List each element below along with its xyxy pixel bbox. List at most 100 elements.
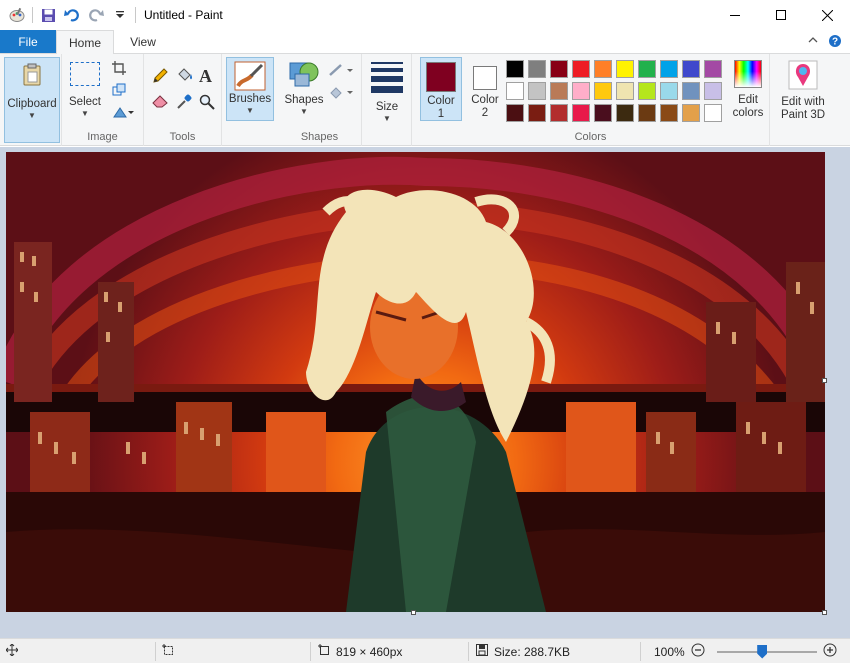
- palette-swatch[interactable]: [572, 60, 590, 78]
- palette-swatch[interactable]: [572, 82, 590, 100]
- palette-swatch[interactable]: [550, 104, 568, 122]
- palette-swatch[interactable]: [704, 104, 722, 122]
- close-button[interactable]: [804, 0, 850, 30]
- brushes-label: Brushes: [228, 93, 272, 105]
- clipboard-label: Clipboard: [7, 98, 57, 110]
- palette-swatch[interactable]: [528, 82, 546, 100]
- palette-swatch[interactable]: [506, 104, 524, 122]
- save-icon[interactable]: [39, 6, 57, 24]
- image-group: Select ▼ Image: [62, 54, 144, 146]
- collapse-ribbon-icon[interactable]: [808, 34, 818, 51]
- palette-swatch[interactable]: [594, 60, 612, 78]
- palette-swatch[interactable]: [572, 104, 590, 122]
- magnifier-icon[interactable]: [199, 94, 215, 113]
- canvas-workspace[interactable]: [0, 147, 850, 638]
- image-group-label: Image: [87, 131, 118, 143]
- minimize-button[interactable]: [712, 0, 758, 30]
- paint-app-icon[interactable]: [8, 6, 26, 24]
- palette-swatch[interactable]: [550, 60, 568, 78]
- rotate-icon[interactable]: [112, 105, 134, 122]
- paint3d-label-2: Paint 3D: [780, 109, 826, 121]
- brush-icon: [234, 61, 266, 91]
- color2-button[interactable]: Color 2: [464, 57, 506, 121]
- status-divider: [640, 642, 641, 661]
- palette-swatch[interactable]: [660, 104, 678, 122]
- drawing-canvas[interactable]: [6, 152, 825, 612]
- select-button[interactable]: Select ▼: [68, 60, 102, 124]
- palette-swatch[interactable]: [638, 104, 656, 122]
- chevron-down-icon: ▼: [28, 111, 36, 120]
- customize-qat-icon[interactable]: [111, 6, 129, 24]
- redo-icon[interactable]: [87, 6, 105, 24]
- palette-swatch[interactable]: [550, 82, 568, 100]
- tab-view[interactable]: View: [114, 30, 172, 53]
- palette-swatch[interactable]: [682, 60, 700, 78]
- palette-swatch[interactable]: [660, 82, 678, 100]
- svg-text:?: ?: [832, 37, 838, 48]
- window-controls: [712, 0, 850, 30]
- text-tool-icon[interactable]: A: [199, 66, 212, 87]
- paint3d-group: Edit with Paint 3D: [770, 54, 836, 146]
- shapes-button[interactable]: Shapes ▼: [282, 60, 326, 124]
- selection-size: [162, 639, 174, 664]
- palette-swatch[interactable]: [594, 104, 612, 122]
- size-group: Size ▼: [362, 54, 412, 146]
- color-picker-icon[interactable]: [176, 94, 192, 113]
- palette-swatch[interactable]: [704, 82, 722, 100]
- fill-icon[interactable]: [328, 85, 354, 102]
- crop-icon[interactable]: [112, 61, 126, 78]
- palette-swatch[interactable]: [616, 104, 634, 122]
- palette-swatch[interactable]: [616, 82, 634, 100]
- palette-swatch[interactable]: [638, 82, 656, 100]
- qat-separator: [135, 7, 136, 23]
- size-label: Size: [375, 101, 399, 113]
- resize-handle-right[interactable]: [822, 378, 827, 383]
- size-button[interactable]: Size ▼: [366, 60, 408, 124]
- color-spectrum-icon: [734, 60, 762, 88]
- color1-label: Color: [427, 95, 455, 107]
- color1-label-number: 1: [437, 108, 445, 120]
- undo-icon[interactable]: [63, 6, 81, 24]
- pencil-icon[interactable]: [152, 68, 168, 87]
- color1-button[interactable]: Color 1: [420, 57, 462, 121]
- zoom-slider-thumb[interactable]: [757, 644, 768, 659]
- edit-colors-button[interactable]: Edit colors: [726, 60, 770, 124]
- ribbon-tabs: File Home View ?: [0, 30, 850, 55]
- palette-swatch[interactable]: [594, 82, 612, 100]
- resize-handle-bottom[interactable]: [411, 610, 416, 615]
- zoom-controls: 100%: [654, 639, 837, 664]
- eraser-icon[interactable]: [152, 94, 168, 111]
- title-bar: Untitled - Paint: [0, 0, 850, 30]
- edit-with-paint3d-button[interactable]: Edit with Paint 3D: [774, 60, 832, 124]
- palette-swatch[interactable]: [704, 60, 722, 78]
- palette-swatch[interactable]: [616, 60, 634, 78]
- resize-handle-corner[interactable]: [822, 610, 827, 615]
- tab-file[interactable]: File: [0, 30, 56, 53]
- shapes-group-label: Shapes: [300, 131, 339, 143]
- zoom-out-button[interactable]: [691, 643, 705, 660]
- disk-icon: [476, 644, 488, 659]
- outline-icon[interactable]: [328, 63, 354, 80]
- resize-icon[interactable]: [112, 83, 126, 100]
- palette-swatch[interactable]: [638, 60, 656, 78]
- paint3d-icon: [788, 60, 818, 90]
- palette-swatch[interactable]: [506, 60, 524, 78]
- maximize-button[interactable]: [758, 0, 804, 30]
- palette-swatch[interactable]: [682, 82, 700, 100]
- edit-colors-label: Edit: [738, 94, 758, 106]
- palette-swatch[interactable]: [528, 104, 546, 122]
- painting-image: [6, 152, 825, 612]
- palette-swatch[interactable]: [682, 104, 700, 122]
- palette-swatch[interactable]: [528, 60, 546, 78]
- help-icon[interactable]: ?: [828, 34, 842, 51]
- zoom-in-button[interactable]: [823, 643, 837, 660]
- brushes-button[interactable]: Brushes ▼: [226, 57, 274, 121]
- zoom-slider[interactable]: [716, 644, 817, 660]
- palette-swatch[interactable]: [506, 82, 524, 100]
- clipboard-button[interactable]: Clipboard ▼: [4, 57, 60, 143]
- image-dimensions-icon: [318, 644, 330, 659]
- tab-home[interactable]: Home: [56, 30, 114, 55]
- dimensions-text: 819 × 460px: [336, 644, 403, 659]
- fill-bucket-icon[interactable]: [175, 68, 193, 87]
- palette-swatch[interactable]: [660, 60, 678, 78]
